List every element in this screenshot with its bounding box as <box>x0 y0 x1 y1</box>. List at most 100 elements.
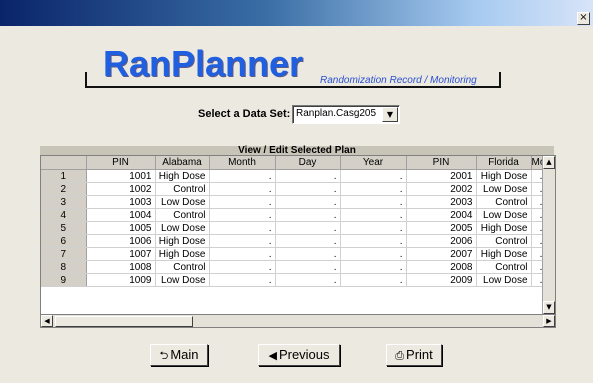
close-icon[interactable]: × <box>577 12 590 25</box>
table-cell[interactable]: 1004 <box>86 208 156 222</box>
table-cell[interactable]: . <box>275 208 341 222</box>
chevron-down-icon[interactable]: ▼ <box>382 107 398 122</box>
table-cell[interactable]: High Dose <box>476 221 532 235</box>
table-cell[interactable]: High Dose <box>155 169 210 183</box>
table-cell[interactable]: 1009 <box>86 273 156 287</box>
main-button[interactable]: ⮌ Main <box>150 344 208 366</box>
table-cell[interactable]: . <box>209 247 276 261</box>
table-cell[interactable]: 2009 <box>406 273 477 287</box>
table-cell[interactable]: . <box>275 221 341 235</box>
table-row[interactable]: 41004Control...2004Low Dose. <box>41 208 547 222</box>
table-cell[interactable]: Control <box>155 260 210 274</box>
table-cell[interactable]: . <box>209 260 276 274</box>
table-cell[interactable]: Low Dose <box>476 208 532 222</box>
table-cell[interactable]: . <box>275 247 341 261</box>
table-row[interactable]: 81008Control...2008Control. <box>41 260 547 274</box>
table-cell[interactable]: . <box>275 234 341 248</box>
table-cell[interactable]: 1001 <box>86 169 156 183</box>
table-cell[interactable]: . <box>275 195 341 209</box>
table-cell[interactable]: . <box>209 182 276 196</box>
column-header[interactable]: Alabama <box>155 156 210 170</box>
table-cell[interactable]: . <box>340 182 407 196</box>
scroll-right-icon[interactable]: ▶ <box>543 315 555 327</box>
table-cell[interactable]: Control <box>476 260 532 274</box>
table-row[interactable]: 31003Low Dose...2003Control. <box>41 195 547 209</box>
table-cell[interactable]: 2006 <box>406 234 477 248</box>
row-number: 3 <box>41 195 87 209</box>
table-cell[interactable]: 2003 <box>406 195 477 209</box>
table-cell[interactable]: . <box>340 260 407 274</box>
table-cell[interactable]: . <box>340 208 407 222</box>
row-number: 6 <box>41 234 87 248</box>
table-cell[interactable]: . <box>340 273 407 287</box>
table-cell[interactable]: . <box>209 195 276 209</box>
table-cell[interactable]: 1003 <box>86 195 156 209</box>
previous-button[interactable]: ◀ Previous <box>258 344 340 366</box>
title-bar <box>0 0 593 26</box>
table-cell[interactable]: Low Dose <box>476 273 532 287</box>
column-header[interactable]: PIN <box>86 156 156 170</box>
table-cell[interactable]: 1008 <box>86 260 156 274</box>
table-row[interactable]: 71007High Dose...2007High Dose. <box>41 247 547 261</box>
print-button[interactable]: ⎙ Print <box>386 344 442 366</box>
table-cell[interactable]: 1005 <box>86 221 156 235</box>
table-cell[interactable]: Low Dose <box>476 182 532 196</box>
table-cell[interactable]: . <box>275 169 341 183</box>
table-cell[interactable]: High Dose <box>155 234 210 248</box>
table-row[interactable]: 61006High Dose...2006Control. <box>41 234 547 248</box>
table-cell[interactable]: . <box>209 221 276 235</box>
table-row[interactable]: 51005Low Dose...2005High Dose. <box>41 221 547 235</box>
table-cell[interactable]: . <box>209 169 276 183</box>
scroll-thumb[interactable] <box>55 316 193 327</box>
horizontal-scrollbar[interactable]: ◀ ▶ <box>40 314 556 328</box>
table-cell[interactable]: 1007 <box>86 247 156 261</box>
table-cell[interactable]: . <box>340 234 407 248</box>
table-cell[interactable]: 2002 <box>406 182 477 196</box>
table-cell[interactable]: Low Dose <box>155 221 210 235</box>
plan-table: PIN Alabama Month Day Year PIN Florida Mo 1 1001… <box>41 156 547 287</box>
scroll-left-icon[interactable]: ◀ <box>41 315 53 327</box>
table-cell[interactable]: . <box>275 273 341 287</box>
table-cell[interactable]: 2001 <box>406 169 477 183</box>
table-cell[interactable]: 2007 <box>406 247 477 261</box>
table-cell[interactable]: 1006 <box>86 234 156 248</box>
dataset-select[interactable]: Ranplan.Casg205 ▼ <box>292 105 400 124</box>
row-header-corner[interactable] <box>41 156 87 170</box>
table-cell[interactable]: 2005 <box>406 221 477 235</box>
vertical-scrollbar[interactable]: ▲ ▼ <box>542 156 555 314</box>
table-cell[interactable]: 2004 <box>406 208 477 222</box>
column-header[interactable]: PIN <box>406 156 477 170</box>
table-cell[interactable]: . <box>209 273 276 287</box>
table-cell[interactable]: High Dose <box>476 247 532 261</box>
scroll-up-icon[interactable]: ▲ <box>543 156 555 169</box>
table-cell[interactable]: Control <box>155 182 210 196</box>
table-cell[interactable]: 2008 <box>406 260 477 274</box>
table-cell[interactable]: Low Dose <box>155 195 210 209</box>
table-cell[interactable]: . <box>340 221 407 235</box>
printer-icon: ⎙ <box>395 350 405 362</box>
table-cell[interactable]: . <box>275 260 341 274</box>
column-header[interactable]: Year <box>340 156 407 170</box>
table-cell[interactable]: High Dose <box>155 247 210 261</box>
scroll-down-icon[interactable]: ▼ <box>543 301 555 314</box>
table-cell[interactable]: Low Dose <box>155 273 210 287</box>
table-cell[interactable]: . <box>340 169 407 183</box>
table-cell[interactable]: Control <box>476 234 532 248</box>
dataset-value: Ranplan.Casg205 <box>296 108 377 119</box>
table-cell[interactable]: . <box>340 247 407 261</box>
table-cell[interactable]: . <box>340 195 407 209</box>
column-header[interactable]: Month <box>209 156 276 170</box>
table-row[interactable]: 11001High Dose...2001High Dose. <box>41 169 547 183</box>
table-cell[interactable]: High Dose <box>476 169 532 183</box>
table-row[interactable]: 21002Control...2002Low Dose. <box>41 182 547 196</box>
column-header[interactable]: Day <box>275 156 341 170</box>
table-cell[interactable]: . <box>275 182 341 196</box>
table-cell[interactable]: . <box>209 234 276 248</box>
plan-grid[interactable]: PIN Alabama Month Day Year PIN Florida Mo 1 1001… <box>40 155 556 315</box>
table-cell[interactable]: Control <box>155 208 210 222</box>
table-cell[interactable]: . <box>209 208 276 222</box>
table-cell[interactable]: Control <box>476 195 532 209</box>
column-header[interactable]: Florida <box>476 156 532 170</box>
table-row[interactable]: 91009Low Dose...2009Low Dose. <box>41 273 547 287</box>
table-cell[interactable]: 1002 <box>86 182 156 196</box>
